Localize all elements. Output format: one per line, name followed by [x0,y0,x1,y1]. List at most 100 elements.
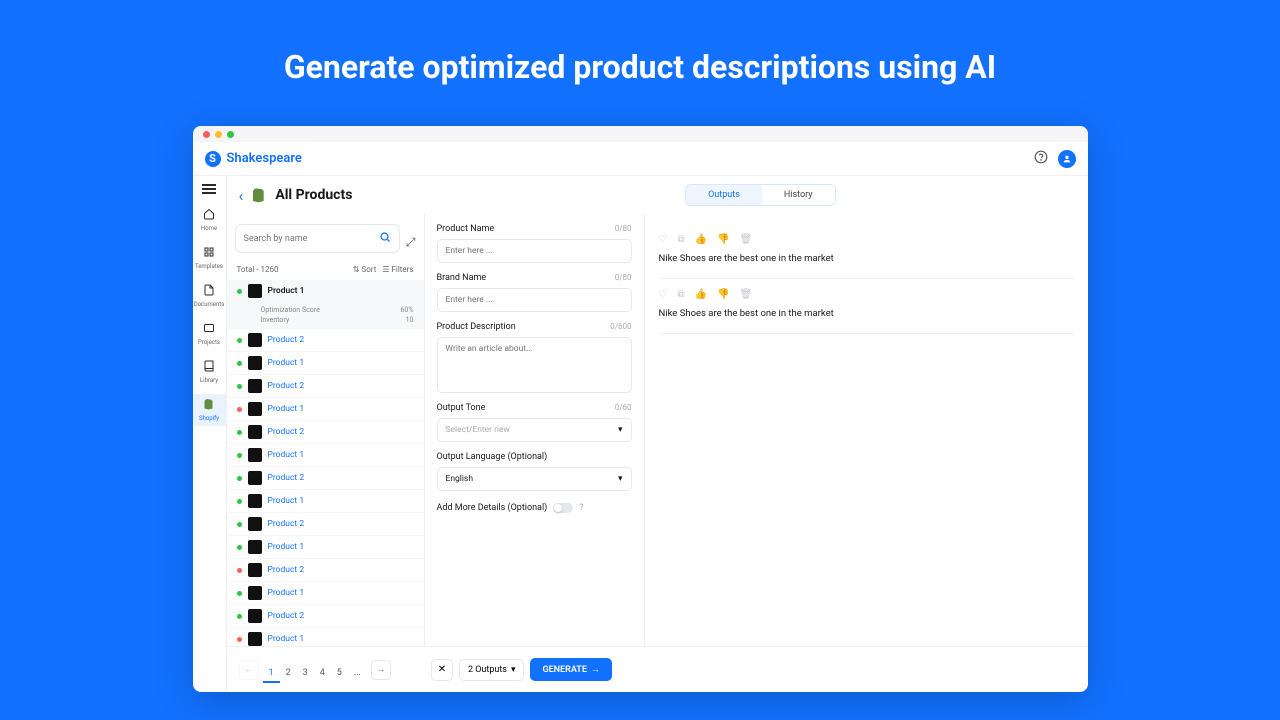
page-number[interactable]: ... [348,665,367,681]
heart-icon[interactable]: ♡ [659,234,668,245]
product-row[interactable]: Product 2 [227,329,424,352]
total-count: Total - 1260 [237,265,347,274]
nav-projects[interactable]: Projects [193,318,226,350]
product-thumb [248,632,262,646]
product-row[interactable]: Product 1 [227,352,424,375]
thumbs-down-icon[interactable]: 👎 [717,234,729,245]
product-row[interactable]: Product 2 [227,421,424,444]
product-row[interactable]: Product 1 [227,628,424,646]
status-dot-icon [237,476,242,481]
library-icon [203,360,215,375]
hero-title: Generate optimized product descriptions … [0,0,1280,126]
user-avatar-icon[interactable] [1058,150,1076,168]
page-number[interactable]: 3 [297,665,314,681]
expand-icon[interactable]: ⤢ [406,235,416,250]
tab-history[interactable]: History [762,185,835,205]
thumbs-down-icon[interactable]: 👎 [717,289,729,300]
outputs-count-select[interactable]: 2 Outputs▾ [459,659,525,681]
info-icon[interactable]: ? [579,503,583,513]
nav-documents[interactable]: Documents [193,280,226,312]
product-row[interactable]: Product 1 [227,582,424,605]
app-window: S Shakespeare Home Templates Documents [193,126,1088,692]
documents-icon [203,284,215,299]
brand-name-counter: 0/80 [615,273,632,283]
maximize-window-dot[interactable] [227,131,234,138]
nav-templates[interactable]: Templates [193,242,226,274]
copy-icon[interactable]: ⧉ [677,234,684,245]
product-row[interactable]: Product 2 [227,467,424,490]
product-name-input[interactable] [437,239,632,263]
nav-home[interactable]: Home [193,204,226,236]
status-dot-icon [237,545,242,550]
product-thumb [248,333,262,347]
generate-button[interactable]: GENERATE→ [530,658,611,681]
output-column: ♡ ⧉ 👍 👎 🗑 Nike Shoes are the best one in… [645,214,1088,646]
product-name-label: Product Name [437,224,495,234]
window-traffic-lights [193,126,1088,142]
product-list[interactable]: Product 1 Optimization Score60% Inventor… [227,280,424,646]
output-actions: ♡ ⧉ 👍 👎 🗑 [659,234,1074,245]
product-desc-textarea[interactable] [437,337,632,393]
page-number[interactable]: 5 [331,665,348,681]
product-thumb [248,356,262,370]
search-icon[interactable] [379,231,391,246]
product-thumb [248,448,262,462]
columns: ⤢ Total - 1260 ⇅ Sort ☰ Filters Product … [227,214,1088,646]
search-input[interactable] [244,234,373,244]
help-icon[interactable] [1034,150,1048,168]
product-row[interactable]: Product 1 [227,490,424,513]
page-title: All Products [275,187,352,203]
heart-icon[interactable]: ♡ [659,289,668,300]
output-lang-select[interactable]: English ▾ [437,467,632,491]
home-icon [203,208,215,223]
nav-shopify[interactable]: Shopify [193,394,226,426]
main-content: ‹ All Products Outputs History ⤢ [227,176,1088,692]
filters-button[interactable]: ☰ Filters [382,265,413,274]
products-column: ⤢ Total - 1260 ⇅ Sort ☰ Filters Product … [227,214,425,646]
product-row[interactable]: Product 2 [227,559,424,582]
product-row[interactable]: Product 2 [227,605,424,628]
product-thumb [248,471,262,485]
arrow-right-icon: → [591,664,600,675]
hamburger-icon[interactable] [202,184,216,194]
next-page-button[interactable]: → [371,660,391,680]
add-more-toggle[interactable] [553,503,573,513]
thumbs-up-icon[interactable]: 👍 [695,234,707,245]
product-thumb [248,379,262,393]
nav-library[interactable]: Library [193,356,226,388]
page-number[interactable]: 4 [314,665,331,681]
status-dot-icon [237,499,242,504]
clear-button[interactable]: ✕ [431,659,453,681]
output-tone-select[interactable]: Select/Enter new ▾ [437,418,632,442]
brand-name-input[interactable] [437,288,632,312]
pagination: ← 12345... → [239,660,391,680]
delete-icon[interactable]: 🗑 [740,234,753,245]
prev-page-button[interactable]: ← [239,660,259,680]
output-history-tabs: Outputs History [685,184,835,206]
product-row-selected[interactable]: Product 1 [227,280,424,303]
app-logo[interactable]: S Shakespeare [205,151,302,167]
caret-down-icon: ▾ [618,474,623,484]
filter-icon: ☰ [382,265,389,274]
product-row[interactable]: Product 1 [227,536,424,559]
status-dot-icon [237,407,242,412]
page-number[interactable]: 1 [263,665,280,683]
search-field[interactable] [235,224,400,253]
tab-outputs[interactable]: Outputs [686,185,762,205]
product-row[interactable]: Product 2 [227,375,424,398]
product-name-counter: 0/80 [615,224,632,234]
sort-button[interactable]: ⇅ Sort [353,265,377,274]
page-number[interactable]: 2 [280,665,297,681]
delete-icon[interactable]: 🗑 [740,289,753,300]
product-detail-panel: Optimization Score60% Inventory10 [227,303,424,329]
product-row[interactable]: Product 1 [227,444,424,467]
product-row[interactable]: Product 1 [227,398,424,421]
product-thumb [248,402,262,416]
close-window-dot[interactable] [203,131,210,138]
app-header: S Shakespeare [193,142,1088,176]
copy-icon[interactable]: ⧉ [677,289,684,300]
back-chevron-icon[interactable]: ‹ [239,186,244,205]
thumbs-up-icon[interactable]: 👍 [695,289,707,300]
product-row[interactable]: Product 2 [227,513,424,536]
minimize-window-dot[interactable] [215,131,222,138]
